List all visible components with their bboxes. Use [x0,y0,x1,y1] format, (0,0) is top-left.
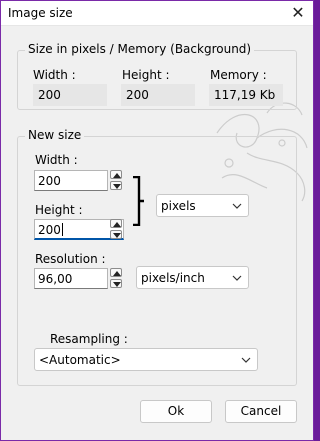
current-height-label: Height : [122,68,170,82]
chevron-down-icon [232,275,242,281]
resolution-label: Resolution : [35,252,106,266]
aspect-link-bracket [133,176,144,226]
chevron-up-icon[interactable] [110,268,122,277]
width-spinner[interactable] [110,170,124,191]
size-group-legend: Size in pixels / Memory (Background) [25,42,255,56]
size-unit-select[interactable]: pixels [156,194,249,217]
memory-value: 117,19 Kb [209,84,283,106]
chevron-down-icon [232,203,242,209]
window-title: Image size [8,6,73,20]
ok-button[interactable]: Ok [140,400,212,423]
new-height-label: Height : [35,203,83,217]
resolution-input[interactable]: 96,00 [34,268,108,289]
new-size-legend: New size [25,128,85,142]
current-width-value: 200 [33,84,107,106]
resampling-select[interactable]: <Automatic> [34,348,258,371]
image-size-dialog: Image size ✕ Size in pixels / Memory (Ba… [0,0,314,441]
current-width-label: Width : [33,68,76,82]
memory-label: Memory : [210,68,267,82]
new-width-label: Width : [35,153,78,167]
resolution-unit-selected: pixels/inch [141,271,205,285]
text-caret [61,223,63,236]
resampling-label: Resampling : [50,332,128,346]
width-input[interactable]: 200 [34,170,108,191]
resolution-unit-select[interactable]: pixels/inch [136,266,249,289]
resampling-selected: <Automatic> [39,353,121,367]
close-icon[interactable]: ✕ [287,1,309,25]
chevron-up-icon[interactable] [110,170,122,179]
chevron-up-icon[interactable] [110,219,122,228]
height-spinner[interactable] [110,219,124,240]
cancel-button[interactable]: Cancel [225,400,297,423]
chevron-down-icon[interactable] [110,279,122,288]
height-input-value: 200 [38,223,61,237]
current-height-value: 200 [121,84,195,106]
chevron-down-icon[interactable] [110,230,122,239]
title-bar: Image size ✕ [1,1,313,26]
size-unit-selected: pixels [161,199,196,213]
resolution-spinner[interactable] [110,268,124,289]
chevron-down-icon [241,357,251,363]
chevron-down-icon[interactable] [110,181,122,190]
